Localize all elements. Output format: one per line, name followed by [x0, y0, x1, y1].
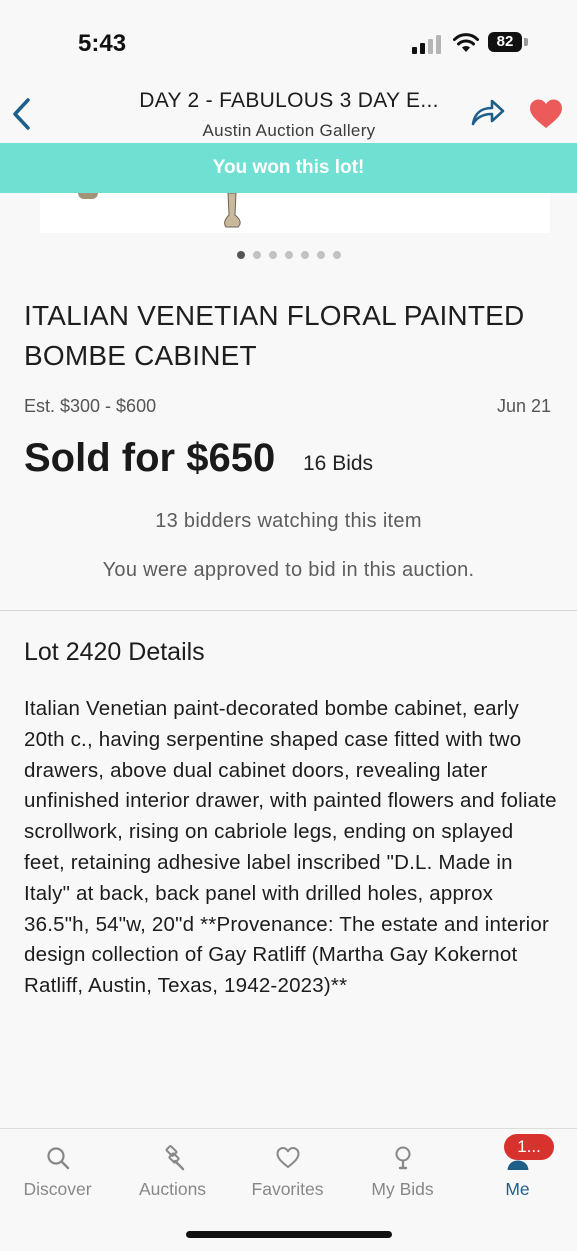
pagination-dot[interactable] — [300, 251, 309, 259]
won-banner: You won this lot! — [0, 143, 577, 193]
pagination-dot[interactable] — [268, 251, 277, 259]
status-bar: 5:43 82 — [0, 0, 577, 80]
approval-status: You were approved to bid in this auction… — [102, 559, 475, 581]
tab-label-discover: Discover — [23, 1179, 92, 1199]
bid-count[interactable]: 16 Bids — [303, 452, 373, 476]
tab-my-bids[interactable]: My Bids — [345, 1129, 460, 1209]
watchers-count: 13 bidders watching this item — [155, 510, 422, 532]
lot-title: ITALIAN VENETIAN FLORAL PAINTED BOMBE CA… — [24, 300, 525, 371]
pagination-dot-active[interactable] — [236, 251, 245, 259]
signal-icon — [412, 35, 441, 54]
back-button[interactable] — [8, 96, 38, 132]
lot-estimate: Est. $300 - $600 — [24, 396, 157, 416]
lot-description: Italian Venetian paint-decorated bombe c… — [24, 697, 557, 998]
auction-title[interactable]: DAY 2 - FABULOUS 3 DAY E... — [124, 89, 454, 113]
cabinet-foot-left — [78, 193, 98, 199]
share-button[interactable] — [470, 97, 506, 127]
favorite-button[interactable] — [528, 98, 564, 130]
nav-header: DAY 2 - FABULOUS 3 DAY E... Austin Aucti… — [0, 80, 577, 142]
pagination-dot[interactable] — [332, 251, 341, 259]
status-time: 5:43 — [78, 30, 127, 57]
lot-image[interactable] — [40, 193, 550, 233]
battery-level: 82 — [488, 32, 522, 52]
auctioneer-name[interactable]: Austin Auction Gallery — [124, 121, 454, 141]
tab-auctions[interactable]: Auctions — [115, 1129, 230, 1209]
paddle-icon — [395, 1146, 411, 1170]
wifi-icon — [453, 33, 479, 52]
notification-badge: 1... — [504, 1134, 554, 1160]
tab-label-me: Me — [505, 1179, 530, 1199]
sold-price: Sold for $650 — [24, 436, 276, 480]
lot-date: Jun 21 — [496, 396, 551, 416]
image-pagination-dots[interactable] — [0, 246, 577, 259]
pagination-dot[interactable] — [252, 251, 261, 259]
section-divider — [0, 610, 577, 611]
tab-discover[interactable]: Discover — [0, 1129, 115, 1209]
tab-label-my-bids: My Bids — [371, 1179, 434, 1199]
gavel-icon — [165, 1145, 185, 1171]
search-icon — [47, 1147, 70, 1170]
cabinet-foot-right — [224, 193, 241, 228]
details-heading: Lot 2420 Details — [24, 638, 205, 666]
tab-favorites[interactable]: Favorites — [230, 1129, 345, 1209]
tab-label-favorites: Favorites — [251, 1179, 324, 1199]
pagination-dot[interactable] — [284, 251, 293, 259]
home-indicator[interactable] — [186, 1231, 392, 1238]
lot-image-carousel[interactable] — [0, 193, 577, 235]
tab-label-auctions: Auctions — [138, 1179, 207, 1199]
pagination-dot[interactable] — [316, 251, 325, 259]
heart-icon — [276, 1147, 300, 1168]
battery-icon: 82 — [488, 32, 530, 54]
